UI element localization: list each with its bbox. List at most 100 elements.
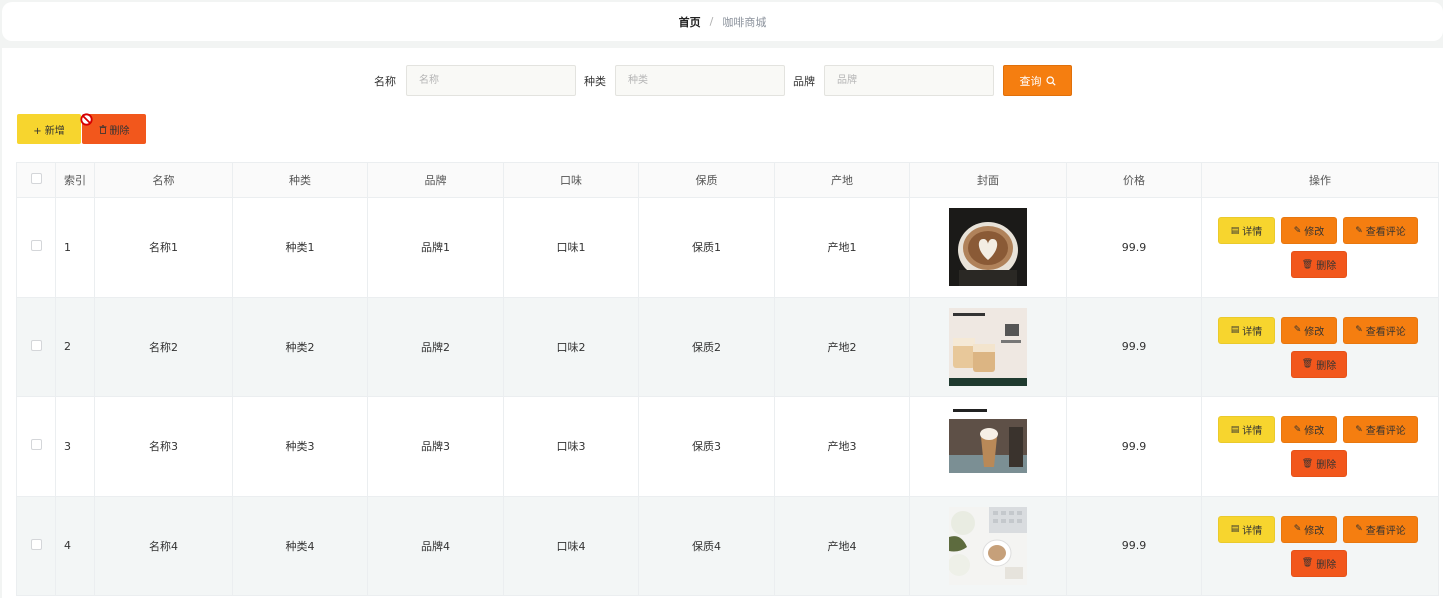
delete-button[interactable]: 🗑 删除: [1291, 549, 1347, 577]
detail-button[interactable]: ▤ 详情: [1218, 316, 1275, 344]
detail-button[interactable]: ▤ 详情: [1218, 515, 1275, 543]
cell-brand: 品牌1: [367, 197, 504, 298]
document-icon: ▤: [1230, 524, 1240, 534]
breadcrumb-separator: /: [709, 15, 714, 28]
table-header-row: 索引 名称 种类 品牌 口味 保质 产地 封面 价格 操作: [16, 162, 1439, 198]
name-search-input[interactable]: [406, 65, 576, 96]
cell-origin: 产地3: [774, 396, 910, 497]
pencil-icon: ✎: [1355, 424, 1363, 435]
table-row: 1 名称1 种类1 品牌1 口味1 保质1 产地1 99.9 ▤ 详情 ✎ 修改…: [16, 197, 1439, 298]
cell-cover: [909, 296, 1067, 397]
cell-name: 名称4: [94, 495, 233, 596]
cell-flavor: 口味1: [503, 197, 639, 298]
starbucks-cups-icon[interactable]: [949, 307, 1027, 386]
edit-button[interactable]: ✎ 修改: [1281, 515, 1337, 543]
cell-flavor: 口味4: [503, 495, 639, 596]
delete-label: 删除: [109, 125, 130, 137]
header-cover: 封面: [909, 162, 1067, 198]
edit-label: 修改: [1304, 326, 1325, 338]
cell-brand: 品牌4: [367, 495, 504, 596]
edit-label: 修改: [1304, 426, 1325, 437]
detail-button[interactable]: ▤ 详情: [1218, 416, 1275, 443]
cell-actions: ▤ 详情 ✎ 修改 ✎ 查看评论 🗑 删除: [1201, 396, 1439, 497]
pencil-icon: ✎: [1293, 524, 1302, 534]
cell-type: 种类2: [232, 296, 368, 397]
header-flavor: 口味: [503, 162, 639, 198]
edit-button[interactable]: ✎ 修改: [1281, 316, 1337, 344]
review-label: 查看评论: [1365, 326, 1406, 338]
cell-cover: [909, 396, 1067, 497]
breadcrumb-home[interactable]: 首页: [679, 14, 701, 30]
view-reviews-button[interactable]: ✎ 查看评论: [1343, 515, 1418, 543]
latte-art-icon[interactable]: [949, 208, 1027, 287]
select-all-checkbox[interactable]: [30, 173, 42, 184]
cell-price: 99.9: [1066, 197, 1202, 298]
breadcrumb: 首页 / 咖啡商城: [2, 2, 1443, 41]
cell-type: 种类3: [232, 396, 368, 497]
header-name: 名称: [94, 162, 233, 198]
cell-flavor: 口味3: [503, 396, 639, 497]
query-button[interactable]: 查询: [1003, 65, 1072, 96]
trash-icon: 🗑: [1301, 259, 1314, 270]
cell-type: 种类4: [232, 495, 368, 596]
detail-button[interactable]: ▤ 详情: [1218, 217, 1275, 244]
delete-label: 删除: [1316, 261, 1337, 272]
cell-shelf-life: 保质2: [638, 296, 775, 397]
detail-label: 详情: [1242, 426, 1263, 437]
edit-button[interactable]: ✎ 修改: [1281, 416, 1337, 443]
delete-button[interactable]: 🗑 删除: [1291, 251, 1347, 278]
cell-cover: [909, 197, 1067, 298]
cell-index: 3: [55, 396, 95, 497]
brand-label: 品牌: [793, 75, 815, 88]
row-select-cell: [16, 495, 56, 596]
cell-index: 4: [55, 495, 95, 596]
cell-origin: 产地4: [774, 495, 910, 596]
row-checkbox[interactable]: [30, 339, 42, 351]
edit-button[interactable]: ✎ 修改: [1281, 217, 1337, 244]
delete-button[interactable]: 🗑 删除: [1291, 350, 1347, 378]
delete-label: 删除: [1316, 460, 1337, 471]
not-allowed-icon: [80, 113, 93, 126]
type-label: 种类: [584, 75, 606, 88]
desk-coffee-icon[interactable]: [949, 506, 1027, 585]
cell-flavor: 口味2: [503, 296, 639, 397]
cell-actions: ▤ 详情 ✎ 修改 ✎ 查看评论 🗑 删除: [1201, 296, 1439, 397]
cell-shelf-life: 保质3: [638, 396, 775, 497]
view-reviews-button[interactable]: ✎ 查看评论: [1343, 217, 1418, 244]
table-row: 4 名称4 种类4 品牌4 口味4 保质4 产地4 99.9 ▤ 详情 ✎ 修改…: [16, 495, 1439, 596]
search-icon: [1045, 75, 1056, 86]
row-checkbox[interactable]: [30, 538, 42, 550]
pencil-icon: ✎: [1293, 424, 1302, 435]
review-label: 查看评论: [1365, 426, 1406, 437]
cell-brand: 品牌3: [367, 396, 504, 497]
cell-price: 99.9: [1066, 296, 1202, 397]
cell-index: 1: [55, 197, 95, 298]
row-checkbox[interactable]: [30, 240, 42, 252]
cell-name: 名称2: [94, 296, 233, 397]
iced-coffee-icon[interactable]: [949, 407, 1027, 486]
document-icon: ▤: [1230, 325, 1240, 335]
row-select-cell: [16, 197, 56, 298]
document-icon: ▤: [1230, 424, 1240, 435]
review-label: 查看评论: [1365, 525, 1406, 537]
brand-search-input[interactable]: [824, 65, 994, 96]
breadcrumb-current: 咖啡商城: [722, 15, 767, 29]
trash-icon: [99, 124, 106, 134]
add-button[interactable]: + 新增: [17, 114, 81, 144]
detail-label: 详情: [1242, 525, 1263, 537]
table-row: 3 名称3 种类3 品牌3 口味3 保质3 产地3 99.9 ▤ 详情 ✎ 修改…: [16, 396, 1439, 497]
view-reviews-button[interactable]: ✎ 查看评论: [1343, 316, 1418, 344]
cell-index: 2: [55, 296, 95, 397]
header-brand: 品牌: [367, 162, 504, 198]
cell-price: 99.9: [1066, 396, 1202, 497]
cell-shelf-life: 保质4: [638, 495, 775, 596]
delete-button[interactable]: 🗑 删除: [1291, 450, 1347, 477]
header-actions: 操作: [1201, 162, 1439, 198]
view-reviews-button[interactable]: ✎ 查看评论: [1343, 416, 1418, 443]
query-label: 查询: [1019, 74, 1042, 88]
trash-icon: 🗑: [1301, 558, 1314, 568]
row-checkbox[interactable]: [30, 439, 42, 451]
cell-brand: 品牌2: [367, 296, 504, 397]
detail-label: 详情: [1242, 326, 1263, 338]
type-search-input[interactable]: [615, 65, 785, 96]
